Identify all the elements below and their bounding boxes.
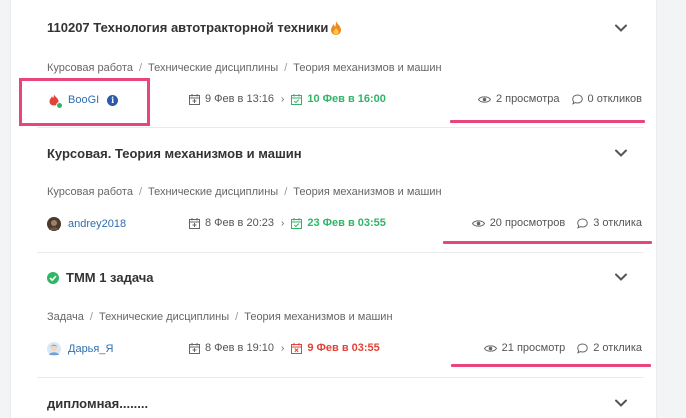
eye-icon — [477, 95, 491, 103]
order-title[interactable]: Курсовая. Теория механизмов и машин — [47, 146, 302, 161]
avatar — [47, 217, 61, 231]
divider — [37, 252, 644, 253]
crumb-link[interactable]: Технические дисциплины — [148, 186, 278, 198]
crumb-link[interactable]: Задача — [47, 311, 84, 323]
order-stats: 2 просмотра 0 откликов — [477, 93, 642, 105]
responses-count: 3 отклика — [577, 217, 642, 229]
order-title-text[interactable]: 110207 Технология автотракторной техники — [47, 20, 328, 35]
crumb-link[interactable]: Теория механизмов и машин — [293, 62, 441, 74]
order-stats: 21 просмотр 2 отклика — [483, 342, 642, 354]
order-title[interactable]: 110207 Технология автотракторной техники — [47, 20, 342, 35]
highlight-underline — [450, 120, 645, 123]
deadline-date: 9 Фев в 03:55 — [307, 342, 380, 354]
username[interactable]: andrey2018 — [68, 218, 126, 230]
highlight-underline — [451, 364, 651, 367]
check-circle-icon — [47, 271, 59, 284]
chevron-down-icon[interactable] — [613, 20, 629, 36]
calendar-check-icon — [291, 93, 303, 105]
avatar — [47, 342, 61, 356]
comment-icon — [577, 217, 589, 229]
calendar-icon — [189, 217, 200, 229]
calendar-icon — [189, 93, 200, 105]
username[interactable]: Дарья_Я — [68, 343, 113, 355]
order-stats: 20 просмотров 3 отклика — [471, 217, 642, 229]
chevron-right-icon: › — [280, 342, 285, 354]
chevron-down-icon[interactable] — [613, 269, 629, 285]
highlight-underline — [443, 241, 652, 244]
crumb-link[interactable]: Курсовая работа — [47, 186, 133, 198]
breadcrumb: Курсовая работа / Технические дисциплины / Т… — [47, 62, 442, 74]
published-date: 9 Фев в 13:16 — [205, 93, 274, 105]
order-title[interactable]: дипломная........ — [47, 396, 148, 411]
crumb-link[interactable]: Курсовая работа — [47, 62, 133, 74]
eye-icon — [483, 344, 497, 352]
order-title-text[interactable]: дипломная........ — [47, 396, 148, 411]
views-count: 20 просмотров — [471, 217, 565, 229]
chevron-down-icon[interactable] — [613, 145, 629, 161]
responses-count: 2 отклика — [577, 342, 642, 354]
order-title-text[interactable]: ТММ 1 задача — [66, 270, 154, 285]
comment-icon — [577, 342, 589, 354]
breadcrumb: Задача / Технические дисциплины / Теория мех… — [47, 311, 393, 323]
divider — [37, 377, 644, 378]
views-count: 21 просмотр — [483, 342, 565, 354]
fire-icon — [330, 20, 342, 35]
divider — [37, 127, 644, 128]
views-count: 2 просмотра — [477, 93, 560, 105]
chevron-down-icon[interactable] — [613, 395, 629, 411]
order-title[interactable]: ТММ 1 задача — [47, 270, 154, 285]
responses-count: 0 откликов — [571, 93, 642, 105]
crumb-link[interactable]: Теория механизмов и машин — [244, 311, 392, 323]
order-dates: 9 Фев в 13:16 › 10 Фев в 16:00 — [189, 93, 386, 105]
eye-icon — [471, 219, 485, 227]
highlight-box — [19, 78, 150, 126]
calendar-x-icon — [291, 342, 303, 354]
deadline-date: 10 Фев в 16:00 — [307, 93, 386, 105]
user-link[interactable]: andrey2018 — [47, 217, 126, 231]
deadline-date: 23 Фев в 03:55 — [307, 217, 386, 229]
chevron-right-icon: › — [280, 217, 285, 229]
calendar-check-icon — [291, 217, 303, 229]
calendar-icon — [189, 342, 200, 354]
order-dates: 8 Фев в 20:23 › 23 Фев в 03:55 — [189, 217, 386, 229]
published-date: 8 Фев в 20:23 — [205, 217, 274, 229]
crumb-link[interactable]: Технические дисциплины — [148, 62, 278, 74]
crumb-link[interactable]: Технические дисциплины — [99, 311, 229, 323]
chevron-right-icon: › — [280, 93, 285, 105]
order-title-text[interactable]: Курсовая. Теория механизмов и машин — [47, 146, 302, 161]
user-link[interactable]: Дарья_Я — [47, 342, 113, 356]
breadcrumb: Курсовая работа / Технические дисциплины / Т… — [47, 186, 442, 198]
crumb-link[interactable]: Теория механизмов и машин — [293, 186, 441, 198]
comment-icon — [571, 93, 583, 105]
order-dates: 8 Фев в 19:10 › 9 Фев в 03:55 — [189, 342, 380, 354]
published-date: 8 Фев в 19:10 — [205, 342, 274, 354]
orders-list: 110207 Технология автотракторной техники… — [10, 0, 657, 418]
